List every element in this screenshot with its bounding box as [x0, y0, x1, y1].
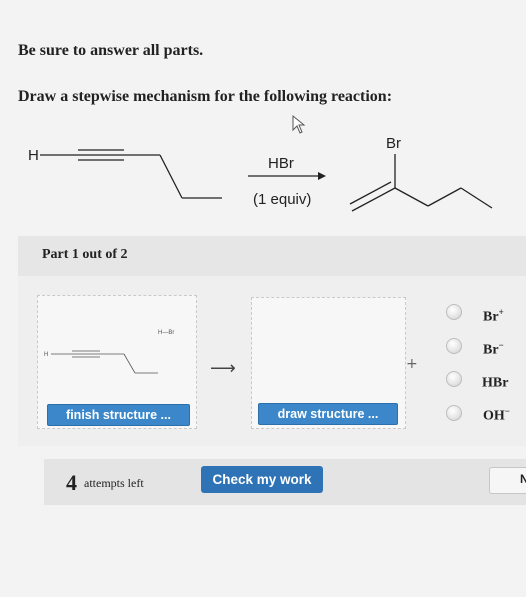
plus-sign: + [406, 356, 418, 372]
reactant-h-label: H [28, 147, 39, 164]
option-br-minus-label: Br− [483, 340, 504, 358]
next-button-label: N [520, 472, 526, 486]
option-hbr-label: HBr [482, 375, 509, 391]
radio-br-plus[interactable] [446, 304, 462, 320]
radio-oh-minus[interactable] [446, 405, 462, 421]
mini-hbr-label: H—Br [158, 330, 174, 336]
part-label: Part 1 out of 2 [42, 247, 128, 262]
reaction-scheme: H HBr (1 equiv) Br [28, 135, 493, 212]
mechanism-arrow: ⟶ [210, 358, 236, 379]
finish-structure-button[interactable]: finish structure ... [47, 404, 190, 426]
mini-h-label: H [44, 352, 48, 358]
option-oh-minus-label: OH− [483, 406, 510, 424]
product-br-label: Br [386, 135, 401, 152]
attempts-label: attempts left [84, 476, 144, 490]
question-text: Draw a stepwise mechanism for the follow… [18, 88, 393, 105]
equiv-label: (1 equiv) [253, 191, 311, 208]
next-button[interactable]: N [489, 467, 526, 494]
option-br-plus-label: Br+ [483, 307, 504, 325]
draw-structure-button[interactable]: draw structure ... [258, 403, 398, 425]
check-my-work-button[interactable]: Check my work [201, 466, 323, 493]
radio-br-minus[interactable] [446, 338, 462, 354]
radio-hbr[interactable] [446, 371, 462, 387]
instruction-text: Be sure to answer all parts. [18, 42, 204, 59]
reagent-label: HBr [268, 155, 294, 172]
mini-structure: H—Br H [44, 330, 174, 374]
attempts-count: 4 [66, 470, 77, 495]
